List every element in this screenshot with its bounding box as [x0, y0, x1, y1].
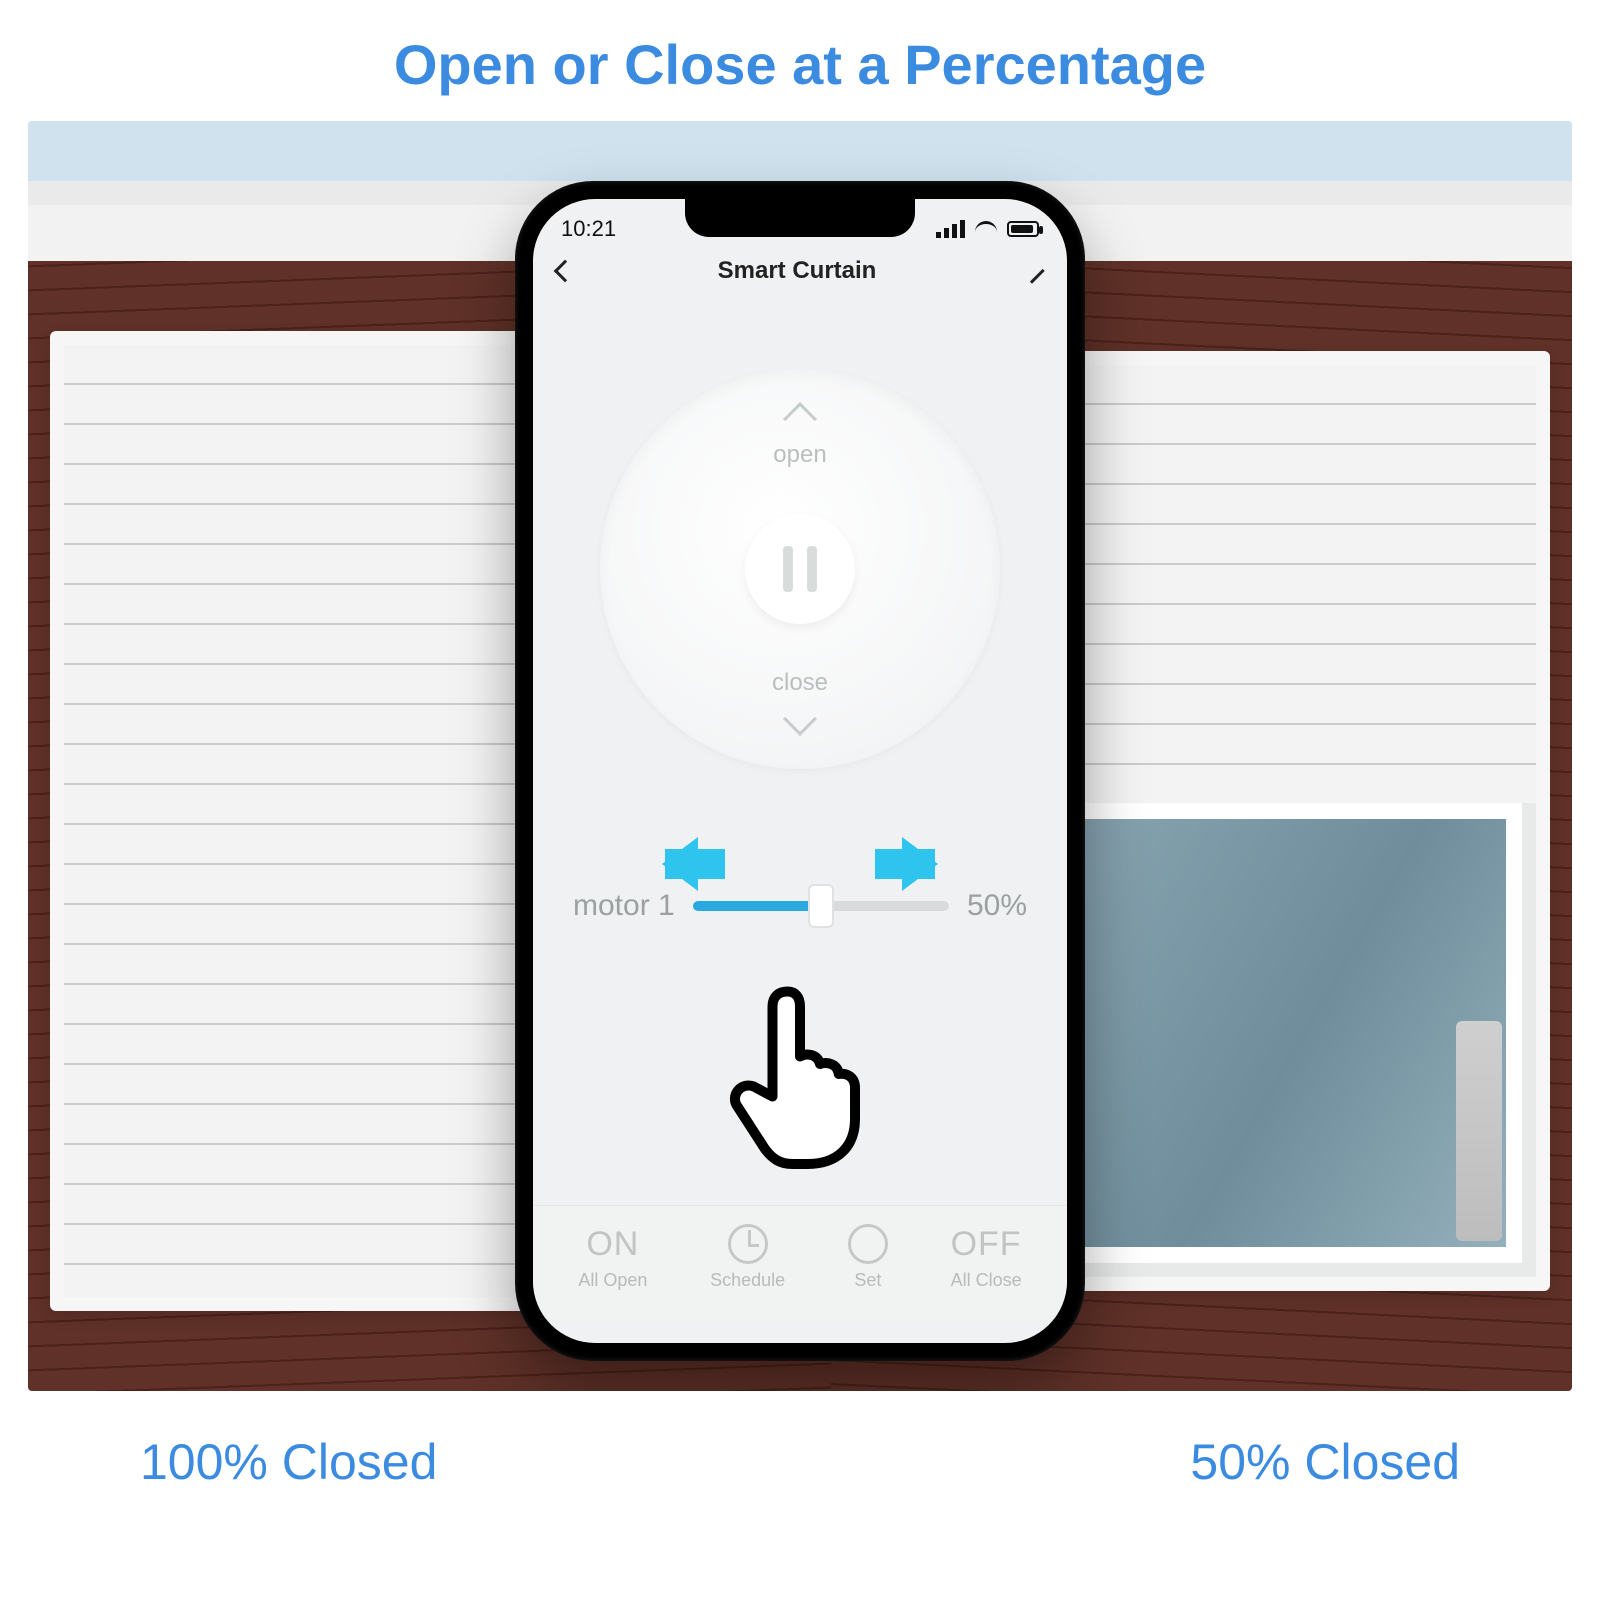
pause-icon: [783, 546, 793, 592]
open-button[interactable]: open: [773, 407, 826, 469]
battery-icon: [1007, 221, 1039, 237]
close-label: close: [772, 669, 828, 697]
product-scene: 10:21 Smart Curtain open: [28, 121, 1572, 1391]
status-time: 10:21: [561, 216, 616, 242]
phone-mockup: 10:21 Smart Curtain open: [515, 181, 1085, 1361]
clock-icon: [728, 1224, 768, 1264]
set-button[interactable]: Set: [848, 1224, 888, 1291]
slider-label: motor 1: [573, 889, 675, 923]
arrow-left-icon: [635, 837, 755, 891]
edit-button[interactable]: [1021, 260, 1043, 282]
all-open-label: All Open: [578, 1270, 647, 1291]
screen-title: Smart Curtain: [718, 257, 877, 285]
set-label: Set: [854, 1270, 881, 1291]
chevron-down-icon: [783, 702, 817, 736]
cell-signal-icon: [936, 220, 965, 238]
schedule-label: Schedule: [710, 1270, 785, 1291]
all-close-label: All Close: [951, 1270, 1022, 1291]
slider-value: 50%: [967, 889, 1027, 923]
chevron-up-icon: [783, 402, 817, 436]
pause-icon: [807, 546, 817, 592]
bottom-toolbar: ON All Open Schedule Set OFF All Close: [533, 1205, 1067, 1319]
drag-hint: [635, 837, 965, 891]
off-label: OFF: [951, 1225, 1022, 1264]
app-navbar: Smart Curtain: [533, 247, 1067, 299]
open-label: open: [773, 441, 826, 469]
caption-right: 50% Closed: [1190, 1433, 1460, 1491]
phone-notch: [685, 199, 915, 237]
schedule-button[interactable]: Schedule: [710, 1224, 785, 1291]
open-close-dial: open close: [600, 369, 1000, 769]
arrow-right-icon: [845, 837, 965, 891]
all-close-button[interactable]: OFF All Close: [951, 1225, 1022, 1291]
on-label: ON: [586, 1225, 639, 1264]
touch-hand-icon: [725, 969, 875, 1169]
wifi-icon: [975, 221, 997, 237]
pause-button[interactable]: [745, 514, 855, 624]
position-slider[interactable]: [693, 901, 949, 911]
shutter-closed-illustration: [50, 331, 570, 1311]
back-button[interactable]: [554, 260, 577, 283]
close-button[interactable]: close: [772, 669, 828, 731]
slider-thumb[interactable]: [808, 884, 834, 928]
gear-icon: [848, 1224, 888, 1264]
all-open-button[interactable]: ON All Open: [578, 1225, 647, 1291]
page-headline: Open or Close at a Percentage: [0, 0, 1600, 121]
caption-left: 100% Closed: [140, 1433, 437, 1491]
